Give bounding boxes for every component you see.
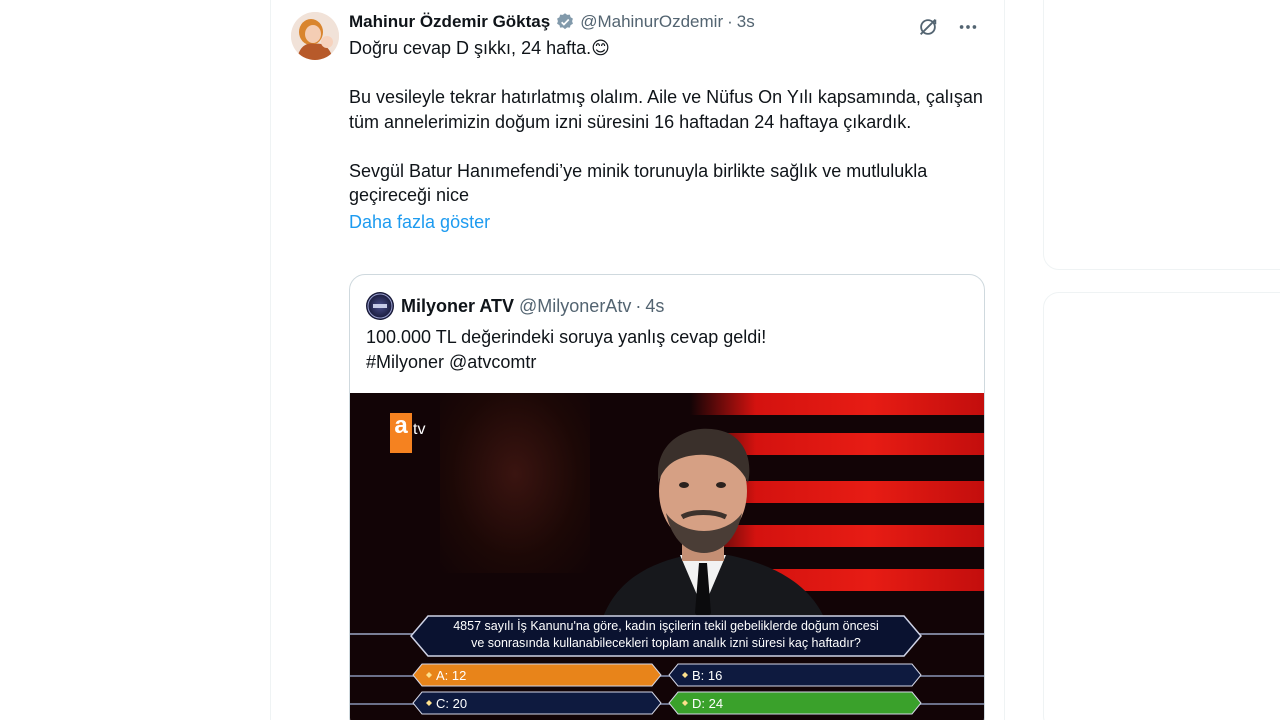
more-options-icon[interactable] (955, 14, 981, 40)
atv-logo: a tv (390, 413, 425, 453)
answer-a: A: 12 (412, 663, 662, 687)
tweet-actions (915, 14, 981, 40)
question-line-2: ve sonrasında kullanabilecekleri toplam … (471, 636, 861, 650)
author-avatar[interactable] (291, 12, 339, 60)
separator: · (727, 12, 733, 31)
video-media[interactable]: a tv 4857 sayılı İş Kanunu'na göre, kadı… (350, 393, 984, 720)
grok-icon[interactable] (915, 14, 941, 40)
host-figure (598, 428, 830, 635)
question-box: 4857 sayılı İş Kanunu'na göre, kadın işç… (410, 615, 922, 657)
quote-timestamp[interactable]: 4s (645, 296, 664, 317)
author-handle[interactable]: @MahinurOzdemir (580, 12, 723, 32)
tweet-text: Doğru cevap D şıkkı, 24 hafta.😊 Bu vesil… (349, 38, 983, 205)
quote-author-handle[interactable]: @MilyonerAtv (519, 296, 631, 317)
answer-c: C: 20 (412, 691, 662, 715)
quoted-tweet[interactable]: Milyoner ATV @MilyonerAtv · 4s 100.000 T… (349, 274, 985, 720)
atv-logo-tv: tv (413, 421, 426, 438)
author-name[interactable]: Mahinur Özdemir Göktaş (349, 12, 550, 32)
quote-text: 100.000 TL değerindeki soruya yanlış cev… (366, 327, 767, 372)
quote-avatar[interactable] (366, 292, 394, 320)
answer-b-label: B: 16 (692, 667, 723, 683)
tweet-header: Mahinur Özdemir Göktaş @MahinurOzdemir ·… (349, 10, 989, 34)
separator: · (635, 295, 642, 316)
verified-badge-icon (555, 12, 575, 32)
answer-d-label: D: 24 (692, 695, 724, 711)
timestamp[interactable]: 3s (737, 12, 755, 32)
answer-c-label: C: 20 (436, 695, 468, 711)
atv-logo-a: a (390, 413, 412, 453)
answer-d: D: 24 (668, 691, 922, 715)
quote-header: Milyoner ATV @MilyonerAtv · 4s (366, 291, 664, 321)
quote-author-name[interactable]: Milyoner ATV (401, 296, 514, 317)
sidebar-card (1043, 292, 1280, 720)
answer-a-label: A: 12 (436, 667, 467, 683)
sidebar-card (1043, 0, 1280, 270)
show-more-link[interactable]: Daha fazla göster (349, 210, 989, 234)
tweet: Mahinur Özdemir Göktaş @MahinurOzdemir ·… (349, 10, 989, 234)
answer-b: B: 16 (668, 663, 922, 687)
question-line-1: 4857 sayılı İş Kanunu'na göre, kadın işç… (453, 619, 879, 633)
